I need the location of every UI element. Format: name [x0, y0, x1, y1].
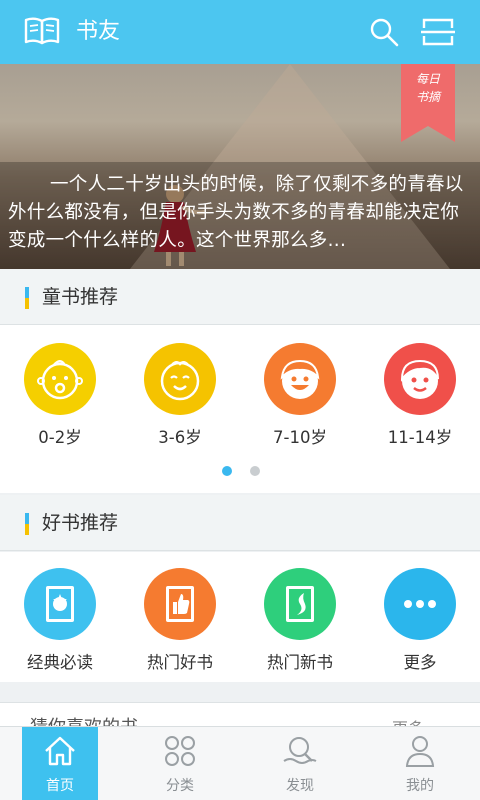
daily-quote-text: 一个人二十岁出头的时候，除了仅剩不多的青春以外什么都没有，但是你手头为数不多的青…	[8, 174, 464, 251]
classic-books-button[interactable]: 经典必读	[0, 568, 120, 674]
age-3-6-button[interactable]: 3-6岁	[120, 343, 240, 449]
kids-books-panel: 0-2岁 3-6岁 7-10岁 11-14岁	[0, 325, 480, 493]
age-7-10-button[interactable]: 7-10岁	[240, 343, 360, 449]
teen-face-icon	[384, 343, 456, 415]
thumbs-up-book-icon	[144, 568, 216, 640]
section-title: 童书推荐	[42, 286, 119, 308]
pager-dot-active[interactable]	[222, 466, 232, 476]
tab-label: 发现	[286, 778, 314, 794]
tab-home[interactable]: 首页	[22, 727, 98, 800]
more-categories-button[interactable]: 更多	[360, 568, 480, 674]
app-bar: 书友	[0, 0, 480, 64]
section-accent-bar	[25, 513, 29, 535]
tab-label: 首页	[46, 778, 74, 794]
section-accent-bar	[25, 287, 29, 309]
new-books-button[interactable]: 热门新书	[240, 568, 360, 674]
profile-icon	[405, 736, 435, 767]
ribbon-label: 每日 书摘	[401, 64, 455, 142]
discover-icon	[283, 737, 317, 764]
good-books-header: 好书推荐	[0, 495, 480, 551]
section-title: 好书推荐	[42, 512, 119, 534]
hot-books-button[interactable]: 热门好书	[120, 568, 240, 674]
scan-icon[interactable]	[420, 16, 456, 48]
search-icon[interactable]	[368, 16, 400, 48]
kids-books-header: 童书推荐	[0, 269, 480, 325]
age-label: 11-14岁	[387, 428, 453, 447]
ribbon-line-1: 每日	[415, 72, 440, 86]
age-11-14-button[interactable]: 11-14岁	[360, 343, 480, 449]
smiling-child-face-icon	[144, 343, 216, 415]
age-label: 0-2岁	[38, 428, 82, 447]
tab-label: 分类	[166, 778, 194, 794]
tab-profile[interactable]: 我的	[360, 727, 480, 800]
open-book-icon[interactable]	[24, 16, 60, 46]
home-icon	[45, 736, 75, 766]
tab-label: 我的	[406, 778, 434, 794]
ribbon-line-2: 书摘	[415, 90, 440, 104]
category-label: 热门新书	[267, 653, 333, 672]
carousel-pager	[218, 466, 268, 476]
category-label: 热门好书	[147, 653, 213, 672]
category-label: 更多	[403, 653, 437, 672]
grinning-boy-face-icon	[264, 343, 336, 415]
tab-discover[interactable]: 发现	[240, 727, 360, 800]
bottom-tab-bar: 首页 分类 发现 我的	[0, 726, 480, 800]
age-0-2-button[interactable]: 0-2岁	[0, 343, 120, 449]
good-books-panel: 经典必读 热门好书 热门新书 更多	[0, 552, 480, 682]
classic-book-icon	[24, 568, 96, 640]
age-label: 7-10岁	[273, 428, 327, 447]
new-book-icon	[264, 568, 336, 640]
app-title: 书友	[76, 19, 121, 44]
category-label: 经典必读	[27, 653, 93, 672]
baby-face-icon	[24, 343, 96, 415]
more-dots-icon	[384, 568, 456, 640]
pager-dot[interactable]	[250, 466, 260, 476]
tab-category[interactable]: 分类	[120, 727, 240, 800]
category-grid-icon	[165, 736, 195, 766]
age-label: 3-6岁	[158, 428, 202, 447]
